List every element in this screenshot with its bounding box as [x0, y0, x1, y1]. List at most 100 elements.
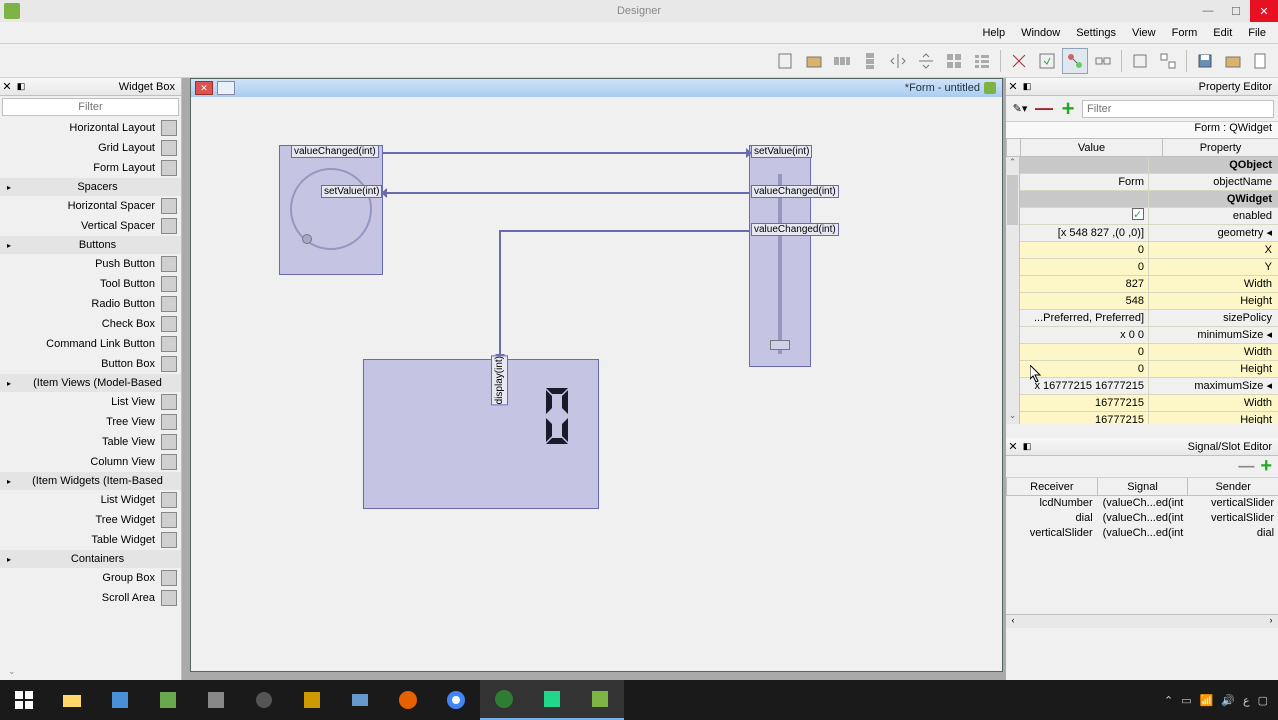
- widgetbox-item[interactable]: Form Layout: [0, 158, 181, 178]
- prop-row[interactable]: enabled: [1020, 208, 1278, 225]
- widgetbox-category[interactable]: ▸Buttons: [0, 236, 181, 254]
- prop-config-icon[interactable]: ✎▾: [1010, 99, 1030, 119]
- widgetbox-category[interactable]: ▸Containers: [0, 550, 181, 568]
- prop-row[interactable]: x 0 0minimumSize ◂: [1020, 327, 1278, 344]
- prop-row[interactable]: 0Y: [1020, 259, 1278, 276]
- prop-group-row[interactable]: QObject: [1020, 157, 1278, 174]
- tool-open2[interactable]: [1220, 48, 1246, 74]
- tool-new2[interactable]: [1248, 48, 1274, 74]
- menu-settings[interactable]: Settings: [1068, 27, 1124, 39]
- taskbar-app7[interactable]: [480, 680, 528, 720]
- widgetbox-category[interactable]: ▸(Item Widgets (Item-Based: [0, 472, 181, 490]
- prop-remove-button[interactable]: —: [1034, 99, 1054, 119]
- prop-dock-icon[interactable]: ◧: [1020, 81, 1034, 92]
- widgetbox-item[interactable]: Vertical Spacer: [0, 216, 181, 236]
- widgetbox-item[interactable]: List Widget: [0, 490, 181, 510]
- tool-form-layout[interactable]: [969, 48, 995, 74]
- widgetbox-item[interactable]: Tool Button: [0, 274, 181, 294]
- tool-layout-vsplit[interactable]: [913, 48, 939, 74]
- prop-close-icon[interactable]: ✕: [1006, 80, 1020, 93]
- tray-volume-icon[interactable]: 🔊: [1221, 694, 1235, 707]
- widgetbox-item[interactable]: Command Link Button: [0, 334, 181, 354]
- taskbar-app6[interactable]: [336, 680, 384, 720]
- tray-battery-icon[interactable]: ▭: [1181, 694, 1191, 707]
- minimize-button[interactable]: —: [1194, 0, 1222, 22]
- widgetbox-item[interactable]: Tree View: [0, 412, 181, 432]
- widgetbox-item[interactable]: Horizontal Spacer: [0, 196, 181, 216]
- widgetbox-item[interactable]: Radio Button: [0, 294, 181, 314]
- prop-row[interactable]: 16777215Width: [1020, 395, 1278, 412]
- widgetbox-filter-input[interactable]: [2, 98, 179, 116]
- widgetbox-category[interactable]: ▸(Item Views (Model-Based: [0, 374, 181, 392]
- signal-label[interactable]: display(int): [491, 355, 508, 405]
- signal-label[interactable]: valueChanged(int): [291, 145, 379, 158]
- widgetbox-item[interactable]: Scroll Area: [0, 588, 181, 608]
- tool-grid[interactable]: [941, 48, 967, 74]
- sigslot-col-signal[interactable]: Signal: [1097, 478, 1188, 495]
- prop-row[interactable]: 0Height: [1020, 361, 1278, 378]
- prop-scrollbar[interactable]: ⌃⌄: [1006, 157, 1020, 424]
- signal-label[interactable]: valueChanged(int): [751, 185, 839, 198]
- menu-window[interactable]: Window: [1013, 27, 1068, 39]
- prop-filter-input[interactable]: [1082, 100, 1274, 118]
- tray-up-icon[interactable]: ⌃: [1164, 694, 1173, 707]
- taskbar-app1[interactable]: [96, 680, 144, 720]
- taskbar-app2[interactable]: [144, 680, 192, 720]
- signal-label[interactable]: setValue(int): [751, 145, 812, 158]
- sigslot-close-icon[interactable]: ✕: [1006, 440, 1020, 453]
- form-close-icon[interactable]: ✕: [195, 81, 213, 95]
- taskbar-explorer[interactable]: [48, 680, 96, 720]
- tool-signal-slot-mode[interactable]: [1062, 48, 1088, 74]
- tray-network-icon[interactable]: 📶: [1200, 694, 1214, 707]
- taskbar-app4[interactable]: [240, 680, 288, 720]
- taskbar-firefox[interactable]: [384, 680, 432, 720]
- sigslot-hscrollbar[interactable]: ‹›: [1006, 614, 1278, 628]
- taskbar-app5[interactable]: [288, 680, 336, 720]
- prop-row[interactable]: FormobjectName: [1020, 174, 1278, 191]
- widgetbox-item[interactable]: Horizontal Layout: [0, 118, 181, 138]
- widgetbox-item[interactable]: Column View: [0, 452, 181, 472]
- prop-row[interactable]: 16777215Height: [1020, 412, 1278, 424]
- widgetbox-item[interactable]: Group Box: [0, 568, 181, 588]
- prop-add-button[interactable]: +: [1058, 99, 1078, 119]
- sigslot-col-sender[interactable]: Sender: [1187, 478, 1278, 495]
- maximize-button[interactable]: ☐: [1222, 0, 1250, 22]
- sigslot-row[interactable]: dial(valueCh...ed(intverticalSlider: [1006, 511, 1278, 526]
- widgetbox-item[interactable]: Button Box: [0, 354, 181, 374]
- widgetbox-dock-icon[interactable]: ◧: [14, 81, 28, 92]
- widgetbox-item[interactable]: Table View: [0, 432, 181, 452]
- tool-break-layout[interactable]: [1006, 48, 1032, 74]
- sigslot-add-button[interactable]: +: [1260, 455, 1272, 478]
- taskbar-pycharm[interactable]: [528, 680, 576, 720]
- signal-label[interactable]: setValue(int): [321, 185, 382, 198]
- prop-col-value[interactable]: Value: [1020, 139, 1162, 156]
- signal-label[interactable]: valueChanged(int): [751, 223, 839, 236]
- prop-col-property[interactable]: Property: [1162, 139, 1278, 156]
- sigslot-col-receiver[interactable]: Receiver: [1006, 478, 1097, 495]
- widgetbox-item[interactable]: Grid Layout: [0, 138, 181, 158]
- tray-action-center-icon[interactable]: ▢: [1258, 694, 1268, 707]
- sigslot-row[interactable]: verticalSlider(valueCh...ed(intdial: [1006, 526, 1278, 541]
- widgetbox-item[interactable]: List View: [0, 392, 181, 412]
- prop-row[interactable]: 0Width: [1020, 344, 1278, 361]
- tool-widget-edit[interactable]: [1127, 48, 1153, 74]
- widget-vertical-slider[interactable]: [749, 145, 811, 367]
- menu-view[interactable]: View: [1124, 27, 1164, 39]
- widgetbox-item[interactable]: Tree Widget: [0, 510, 181, 530]
- tool-layout-h[interactable]: [829, 48, 855, 74]
- start-button[interactable]: [0, 680, 48, 720]
- tray-lang[interactable]: ع: [1243, 694, 1250, 707]
- widget-dial[interactable]: [279, 145, 383, 275]
- prop-row[interactable]: x 16777215 16777215maximumSize ◂: [1020, 378, 1278, 395]
- prop-row[interactable]: 827Width: [1020, 276, 1278, 293]
- tool-adjust-size[interactable]: [1034, 48, 1060, 74]
- menu-edit[interactable]: Edit: [1205, 27, 1240, 39]
- widgetbox-item[interactable]: Push Button: [0, 254, 181, 274]
- sigslot-remove-button[interactable]: —: [1238, 458, 1254, 476]
- tool-layout-v[interactable]: [857, 48, 883, 74]
- tool-save[interactable]: [1192, 48, 1218, 74]
- prop-row[interactable]: ...Preferred, Preferred]sizePolicy: [1020, 310, 1278, 327]
- taskbar-app3[interactable]: [192, 680, 240, 720]
- widgetbox-scroll-down[interactable]: ⌄: [0, 666, 181, 680]
- widgetbox-category[interactable]: ▸Spacers: [0, 178, 181, 196]
